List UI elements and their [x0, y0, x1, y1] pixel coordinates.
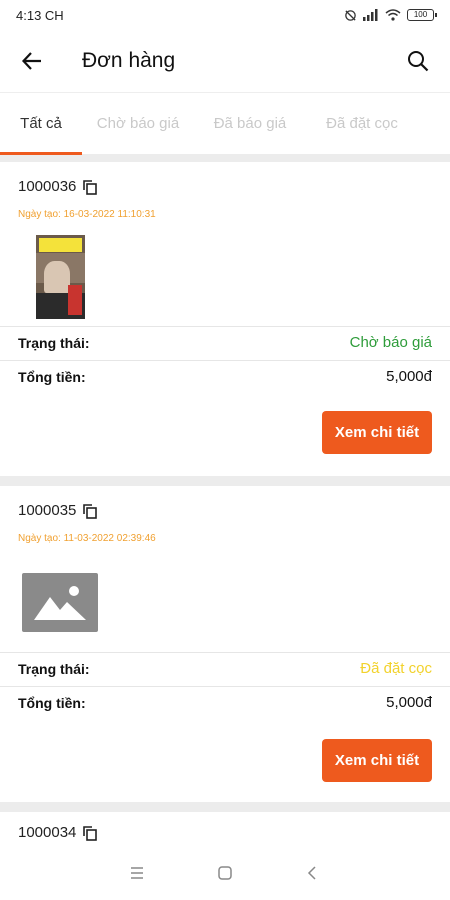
order-created-date: Ngày tạo: 11-03-2022 02:39:46	[18, 533, 156, 544]
status-label: Trạng thái:	[18, 334, 90, 351]
order-card: 1000036 Ngày tạo: 16-03-2022 11:10:31 Tr…	[0, 162, 450, 476]
search-icon	[408, 51, 429, 72]
order-id: 1000034	[18, 824, 77, 841]
page-title: Đơn hàng	[82, 49, 176, 72]
signal-icon	[363, 9, 378, 21]
back-nav-icon[interactable]	[305, 865, 321, 881]
total-label: Tổng tiền:	[18, 694, 86, 711]
copy-icon[interactable]	[82, 179, 98, 195]
order-id-row: 1000034	[0, 812, 450, 841]
status-time: 4:13 CH	[16, 7, 64, 23]
status-badge: Chờ báo giá	[349, 334, 432, 351]
status-label: Trạng thái:	[18, 660, 90, 677]
copy-icon[interactable]	[82, 825, 98, 841]
order-id-row: 1000035	[0, 486, 450, 519]
order-id-row: 1000036	[0, 162, 450, 195]
tab-quoted[interactable]: Đã báo giá	[194, 93, 306, 155]
order-status-row: Trạng thái: Chờ báo giá	[0, 326, 450, 358]
total-label: Tổng tiền:	[18, 368, 86, 385]
system-nav-bar	[0, 846, 450, 900]
tab-deposited[interactable]: Đã đặt cọc	[306, 93, 418, 155]
order-created-date: Ngày tạo: 16-03-2022 11:10:31	[18, 209, 156, 220]
order-id: 1000035	[18, 502, 77, 519]
view-detail-button[interactable]: Xem chi tiết	[322, 739, 432, 782]
status-bar: 4:13 CH 100	[0, 0, 450, 30]
tab-bar: Tất cả Chờ báo giá Đã báo giá Đã đặt cọc	[0, 92, 450, 155]
home-icon[interactable]	[217, 865, 233, 881]
alarm-off-icon	[345, 9, 356, 21]
order-thumbnail[interactable]	[36, 235, 85, 319]
search-button[interactable]	[400, 43, 436, 79]
order-total: 5,000đ	[386, 694, 432, 711]
tab-all[interactable]: Tất cả	[0, 93, 82, 155]
copy-icon[interactable]	[82, 503, 98, 519]
menu-icon[interactable]	[129, 866, 145, 880]
view-detail-button[interactable]: Xem chi tiết	[322, 411, 432, 454]
app-bar: Đơn hàng	[0, 30, 450, 92]
order-card: 1000035 Ngày tạo: 11-03-2022 02:39:46 Tr…	[0, 486, 450, 802]
status-icons: 100	[344, 9, 437, 22]
image-placeholder-icon[interactable]	[22, 573, 98, 632]
order-total: 5,000đ	[386, 368, 432, 385]
wifi-icon	[385, 9, 401, 21]
order-total-row: Tổng tiền: 5,000đ	[0, 686, 450, 718]
back-button[interactable]	[14, 43, 50, 79]
order-total-row: Tổng tiền: 5,000đ	[0, 360, 450, 392]
order-status-row: Trạng thái: Đã đặt cọc	[0, 652, 450, 684]
tab-awaiting-quote[interactable]: Chờ báo giá	[82, 93, 194, 155]
status-badge: Đã đặt cọc	[360, 660, 432, 677]
arrow-left-icon	[21, 52, 41, 70]
order-id: 1000036	[18, 178, 77, 195]
battery-icon: 100	[407, 9, 437, 21]
